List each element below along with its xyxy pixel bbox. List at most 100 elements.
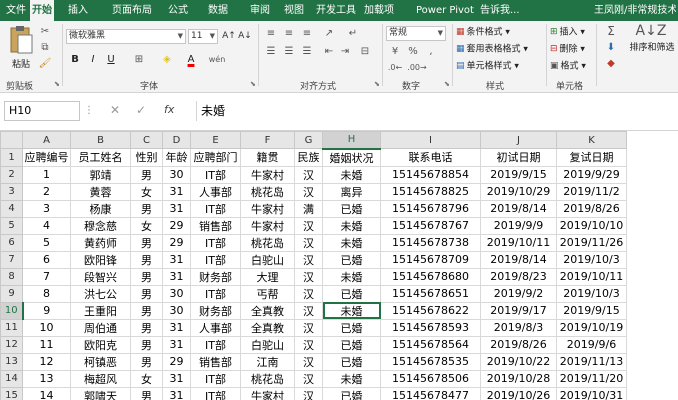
cell[interactable]: 2019/9/9 xyxy=(480,216,557,235)
cell[interactable]: 女 xyxy=(130,182,163,201)
cell[interactable]: 已婚 xyxy=(322,352,381,371)
copy-icon[interactable]: ⧉ xyxy=(38,41,52,53)
font-name-select[interactable]: 微软雅黑 ▼ xyxy=(66,29,186,44)
cell[interactable]: 人事部 xyxy=(190,182,241,201)
cell[interactable]: 应聘部门 xyxy=(190,148,241,167)
cell[interactable]: 男 xyxy=(130,233,163,252)
cell[interactable]: 已婚 xyxy=(322,199,381,218)
cell[interactable]: 未婚 xyxy=(322,369,381,388)
cell[interactable]: 已婚 xyxy=(322,318,381,337)
number-launcher-icon[interactable]: ⬊ xyxy=(444,80,450,88)
delete-button[interactable]: ⊟ 删除 ▾ xyxy=(550,43,585,56)
cell[interactable]: 5 xyxy=(22,233,71,252)
cell[interactable]: 15145678796 xyxy=(380,199,481,218)
format-painter-icon[interactable]: 🖌 xyxy=(38,57,52,69)
orientation-icon[interactable]: ↗ xyxy=(322,27,336,39)
column-header-G[interactable]: G xyxy=(294,131,323,149)
cell-styles-button[interactable]: ▤ 单元格样式 ▾ xyxy=(456,60,519,73)
cell[interactable]: 男 xyxy=(130,165,163,184)
cell[interactable]: 汉 xyxy=(294,318,323,337)
cell[interactable]: 2019/9/29 xyxy=(556,165,627,184)
font-size-select[interactable]: 11 ▼ xyxy=(188,29,218,44)
cell[interactable]: IT部 xyxy=(190,335,241,354)
cell[interactable]: 29 xyxy=(162,216,191,235)
cell[interactable]: 4 xyxy=(22,216,71,235)
cell[interactable]: 汉 xyxy=(294,267,323,286)
row-header[interactable]: 8 xyxy=(0,267,23,286)
cell[interactable]: 丐帮 xyxy=(240,284,295,303)
cut-icon[interactable]: ✂ xyxy=(38,25,52,37)
column-header-K[interactable]: K xyxy=(556,131,627,149)
cell[interactable]: 2019/8/23 xyxy=(480,267,557,286)
column-header-F[interactable]: F xyxy=(240,131,295,149)
format-as-table-button[interactable]: ▦ 套用表格格式 ▾ xyxy=(456,43,528,56)
cell[interactable]: 年龄 xyxy=(162,148,191,167)
selected-cell[interactable]: 未婚 xyxy=(322,301,381,320)
comma-icon[interactable]: , xyxy=(424,45,438,57)
increase-indent-icon[interactable]: ⇥ xyxy=(338,45,352,57)
cell[interactable]: 汉 xyxy=(294,233,323,252)
cell[interactable]: 31 xyxy=(162,386,191,400)
cell[interactable]: 汉 xyxy=(294,250,323,269)
cell[interactable]: 段智兴 xyxy=(70,267,131,286)
formula-input[interactable]: 未婚 xyxy=(196,101,676,121)
cell[interactable]: 2019/9/2 xyxy=(480,284,557,303)
cell[interactable]: 男 xyxy=(130,284,163,303)
phonetic-icon[interactable]: wén xyxy=(209,53,226,65)
cell[interactable]: 14 xyxy=(22,386,71,400)
cell[interactable]: 15145678825 xyxy=(380,182,481,201)
tab-2[interactable]: 插入 xyxy=(66,0,90,21)
tab-1[interactable]: 开始 xyxy=(30,0,54,21)
align-bottom-icon[interactable]: ≡ xyxy=(300,27,314,39)
enter-icon[interactable]: ✓ xyxy=(136,103,146,117)
cell[interactable]: 15145678738 xyxy=(380,233,481,252)
cell[interactable]: 2019/11/2 xyxy=(556,182,627,201)
cell[interactable]: 桃花岛 xyxy=(240,182,295,201)
cell[interactable]: 2019/11/13 xyxy=(556,352,627,371)
tab-4[interactable]: 公式 xyxy=(166,0,190,21)
cell[interactable]: 牛家村 xyxy=(240,165,295,184)
cell[interactable]: 牛家村 xyxy=(240,199,295,218)
cell[interactable]: 15145678564 xyxy=(380,335,481,354)
cell[interactable]: 复试日期 xyxy=(556,148,627,167)
cell[interactable]: 王重阳 xyxy=(70,301,131,320)
cell[interactable]: 员工姓名 xyxy=(70,148,131,167)
cell[interactable]: 11 xyxy=(22,335,71,354)
percent-icon[interactable]: % xyxy=(406,45,420,57)
cell[interactable]: 汉 xyxy=(294,301,323,320)
cell[interactable]: 30 xyxy=(162,165,191,184)
cell[interactable]: 31 xyxy=(162,267,191,286)
cell[interactable]: 15145678593 xyxy=(380,318,481,337)
cell[interactable]: 2019/11/26 xyxy=(556,233,627,252)
cell[interactable]: 联系电话 xyxy=(380,148,481,167)
cell[interactable]: 汉 xyxy=(294,335,323,354)
align-left-icon[interactable]: ☰ xyxy=(264,45,278,57)
column-header-A[interactable]: A xyxy=(22,131,71,149)
cell[interactable]: 29 xyxy=(162,352,191,371)
tab-6[interactable]: 审阅 xyxy=(248,0,272,21)
cell[interactable]: 籍贯 xyxy=(240,148,295,167)
font-color-button[interactable]: A xyxy=(184,53,198,65)
cell[interactable]: 2019/8/3 xyxy=(480,318,557,337)
border-icon[interactable]: ⊞ xyxy=(132,53,146,65)
cell[interactable]: 2019/9/15 xyxy=(480,165,557,184)
cell[interactable]: IT部 xyxy=(190,369,241,388)
cell[interactable]: 15145678651 xyxy=(380,284,481,303)
cell[interactable]: 7 xyxy=(22,267,71,286)
currency-icon[interactable]: ¥ xyxy=(388,45,402,57)
cell[interactable]: IT部 xyxy=(190,250,241,269)
cell[interactable]: 白驼山 xyxy=(240,250,295,269)
cell[interactable]: 杨康 xyxy=(70,199,131,218)
cell[interactable]: 31 xyxy=(162,318,191,337)
cell[interactable]: 10 xyxy=(22,318,71,337)
tab-8[interactable]: 开发工具 xyxy=(314,0,358,21)
decrease-font-icon[interactable]: A↓ xyxy=(238,30,252,42)
cell[interactable]: 汉 xyxy=(294,386,323,400)
cell[interactable]: 未婚 xyxy=(322,216,381,235)
align-right-icon[interactable]: ☰ xyxy=(300,45,314,57)
column-header-I[interactable]: I xyxy=(380,131,481,149)
merge-center-icon[interactable]: ⊟ xyxy=(358,45,372,57)
cell[interactable]: 汉 xyxy=(294,369,323,388)
cell[interactable]: 2019/10/28 xyxy=(480,369,557,388)
cell[interactable]: 男 xyxy=(130,199,163,218)
